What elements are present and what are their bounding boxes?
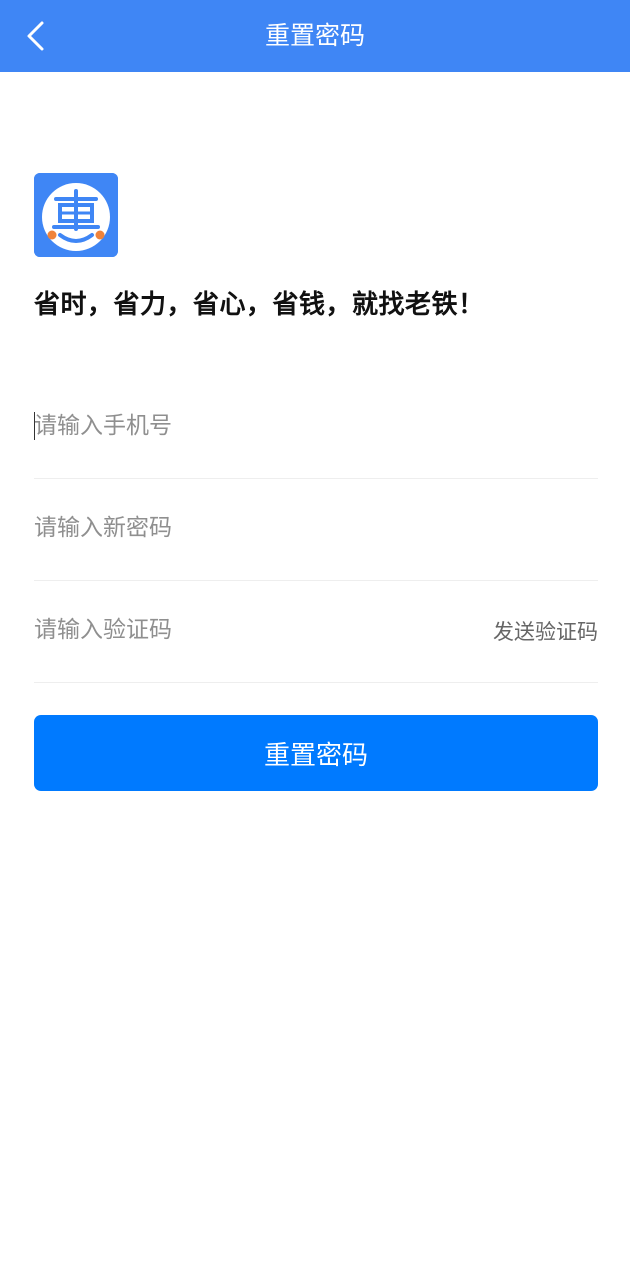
reset-password-button[interactable]: 重置密码 — [34, 715, 598, 791]
reset-password-screen: 重置密码 省时，省力，省心，省钱，就找老铁！ 发送 — [0, 0, 630, 1280]
phone-row — [34, 376, 598, 479]
password-row — [34, 478, 598, 581]
app-logo — [34, 173, 118, 257]
send-code-button[interactable]: 发送验证码 — [493, 616, 598, 646]
page-title: 重置密码 — [264, 21, 365, 50]
back-button[interactable] — [14, 14, 58, 58]
nav-bar: 重置密码 — [0, 0, 630, 72]
code-row: 发送验证码 — [34, 580, 598, 683]
new-password-input[interactable] — [34, 503, 454, 553]
hui-logo-icon — [34, 173, 118, 257]
slogan: 省时，省力，省心，省钱，就找老铁！ — [34, 290, 485, 320]
verification-code-input[interactable] — [34, 605, 454, 655]
chevron-left-icon — [27, 21, 44, 51]
phone-input[interactable] — [34, 401, 454, 451]
